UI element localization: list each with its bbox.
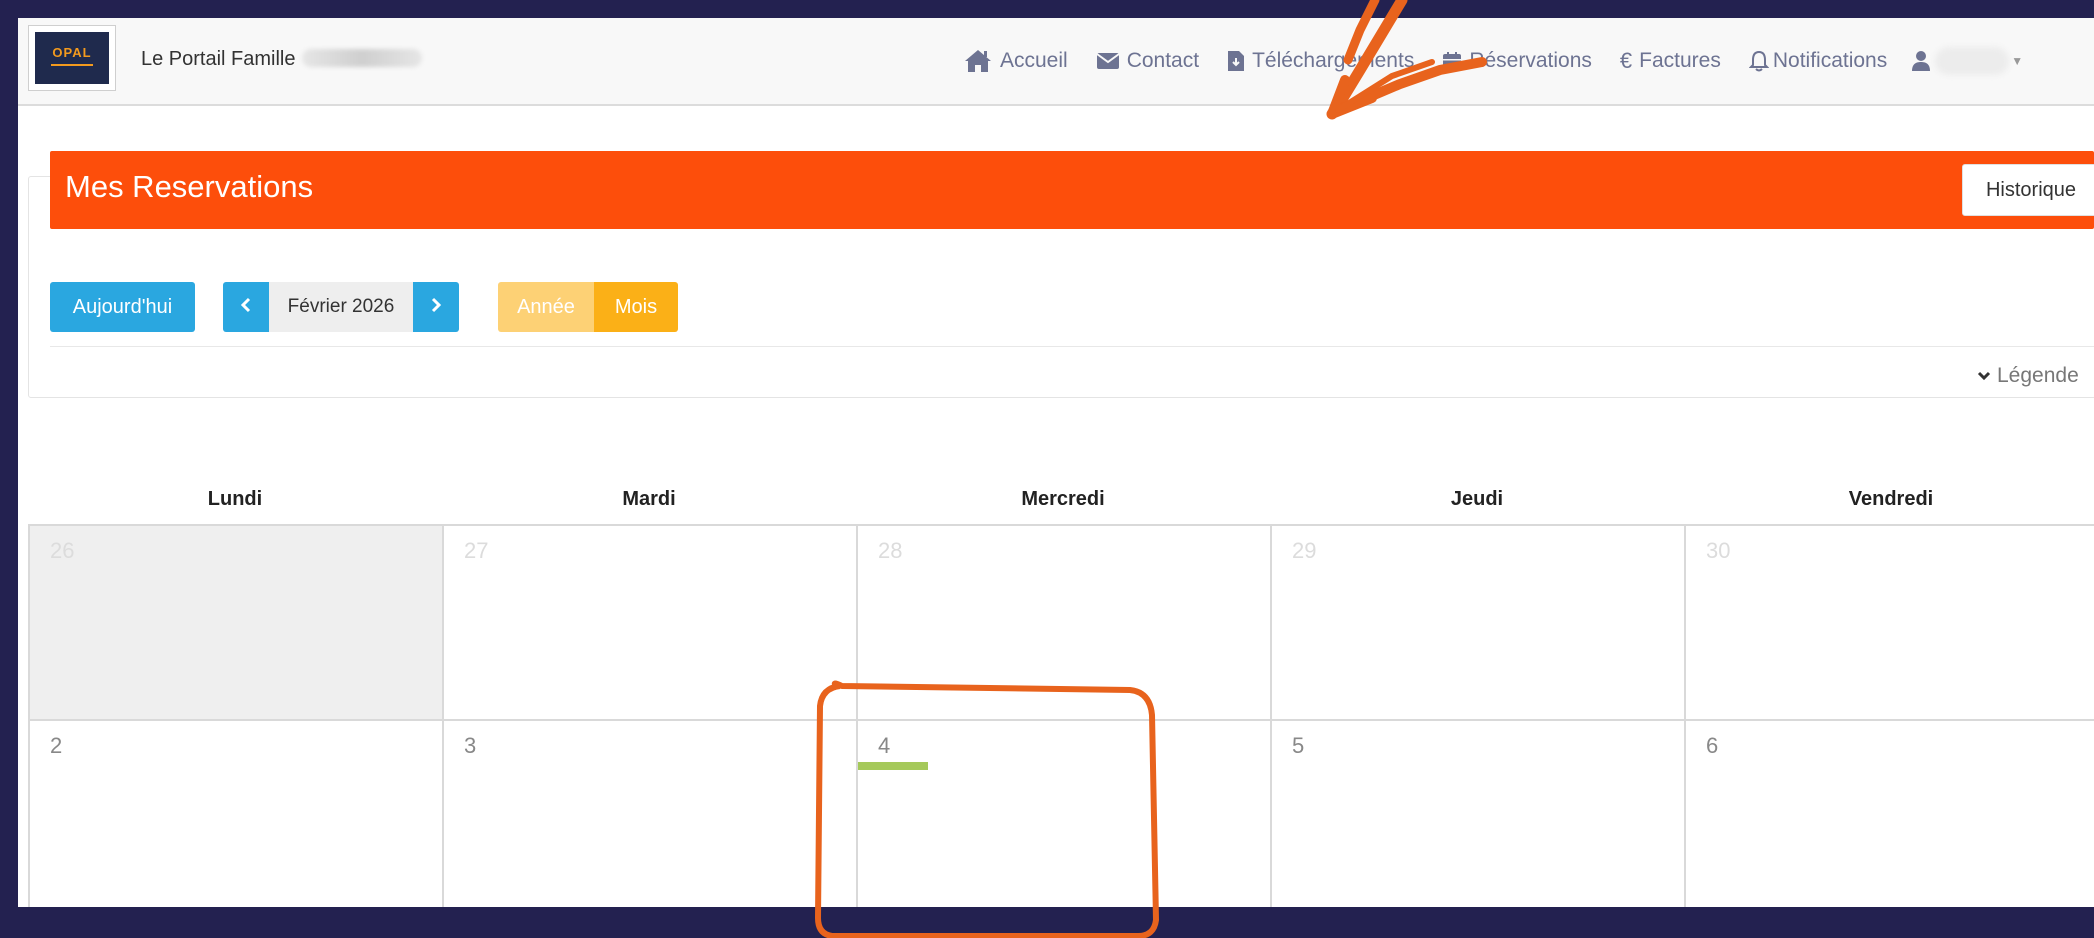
nav-contact[interactable]: Contact xyxy=(1096,49,1199,73)
day-cell-2[interactable]: 2 xyxy=(30,721,444,907)
view-month-button[interactable]: Mois xyxy=(594,282,678,332)
day-cell-28[interactable]: 28 xyxy=(858,526,1272,721)
bell-icon xyxy=(1748,50,1769,72)
weekday-header-mercredi: Mercredi xyxy=(1021,488,1105,510)
day-cell-5[interactable]: 5 xyxy=(1272,721,1686,907)
file-download-icon xyxy=(1227,50,1245,72)
chevron-left-icon xyxy=(240,296,252,319)
nav-contact-label: Contact xyxy=(1126,49,1200,72)
day-number: 28 xyxy=(878,538,903,563)
caret-down-icon: ▼ xyxy=(2011,54,2024,68)
redacted-name xyxy=(301,49,422,67)
opal-logo[interactable]: OPAL xyxy=(28,25,116,91)
nav-factures[interactable]: € Factures xyxy=(1620,48,1721,74)
day-number: 26 xyxy=(50,538,75,563)
nav-telechargements[interactable]: Téléchargements xyxy=(1227,49,1414,73)
day-number: 4 xyxy=(878,733,891,758)
day-cell-4[interactable]: 4 xyxy=(858,721,1272,907)
chevron-right-icon xyxy=(430,296,442,319)
logo-text: OPAL xyxy=(52,45,92,60)
day-cell-26[interactable]: 26 xyxy=(30,526,444,721)
weekday-header-lundi: Lundi xyxy=(207,488,263,510)
day-number: 2 xyxy=(50,733,63,758)
day-number: 29 xyxy=(1292,538,1317,563)
weekday-header-mardi: Mardi xyxy=(622,488,676,510)
historique-button[interactable]: Historique xyxy=(1962,164,2094,216)
nav-reservations-label: Réservations xyxy=(1469,49,1592,72)
nav-factures-label: Factures xyxy=(1639,49,1721,72)
chevron-down-icon xyxy=(1977,371,1991,381)
nav-notifications[interactable]: Notifications xyxy=(1748,49,1888,73)
panel-divider xyxy=(50,346,2094,347)
nav-accueil[interactable]: Accueil xyxy=(963,48,1068,74)
brand-title[interactable]: Le Portail Famille xyxy=(141,48,422,71)
event-bar[interactable] xyxy=(858,762,928,770)
month-grid: 26 27 28 29 30 2 3 4 5 6 xyxy=(28,524,2094,907)
next-month-button[interactable] xyxy=(413,282,459,332)
day-cell-30[interactable]: 30 xyxy=(1686,526,2094,721)
prev-month-button[interactable] xyxy=(223,282,269,332)
day-cell-6[interactable]: 6 xyxy=(1686,721,2094,907)
legend-label: Légende xyxy=(1997,364,2079,387)
redacted-username xyxy=(1935,47,2010,75)
browser-viewport: OPAL Le Portail Famille Accueil Contact xyxy=(18,18,2094,907)
today-button[interactable]: Aujourd'hui xyxy=(50,282,195,332)
navbar: OPAL Le Portail Famille Accueil Contact xyxy=(18,18,2094,106)
nav-accueil-label: Accueil xyxy=(1000,49,1068,72)
euro-icon: € xyxy=(1619,48,1633,73)
day-number: 5 xyxy=(1292,733,1305,758)
page-header: Mes Reservations Historique xyxy=(50,151,2094,229)
nav-links: Accueil Contact Téléchargements Réservat… xyxy=(963,46,2023,76)
page-title: Mes Reservations xyxy=(65,169,314,204)
weekday-header-vendredi: Vendredi xyxy=(1848,488,1934,510)
day-number: 6 xyxy=(1706,733,1719,758)
nav-reservations[interactable]: Réservations xyxy=(1442,49,1592,73)
weekday-header-jeudi: Jeudi xyxy=(1450,488,1504,510)
nav-telechargements-label: Téléchargements xyxy=(1252,49,1415,72)
nav-notifications-label: Notifications xyxy=(1772,49,1888,72)
day-cell-3[interactable]: 3 xyxy=(444,721,858,907)
calendar-icon xyxy=(1442,51,1462,71)
day-number: 3 xyxy=(464,733,477,758)
user-menu[interactable]: ▼ xyxy=(1911,47,2023,75)
day-cell-27[interactable]: 27 xyxy=(444,526,858,721)
day-number: 27 xyxy=(464,538,489,563)
envelope-icon xyxy=(1096,52,1120,70)
current-period-label: Février 2026 xyxy=(269,282,413,332)
home-icon xyxy=(963,48,993,74)
legend-toggle[interactable]: Légende xyxy=(1977,364,2079,388)
day-number: 30 xyxy=(1706,538,1731,563)
user-icon xyxy=(1911,50,1931,72)
brand-title-text: Le Portail Famille xyxy=(141,48,296,70)
view-year-button[interactable]: Année xyxy=(498,282,594,332)
day-cell-29[interactable]: 29 xyxy=(1272,526,1686,721)
